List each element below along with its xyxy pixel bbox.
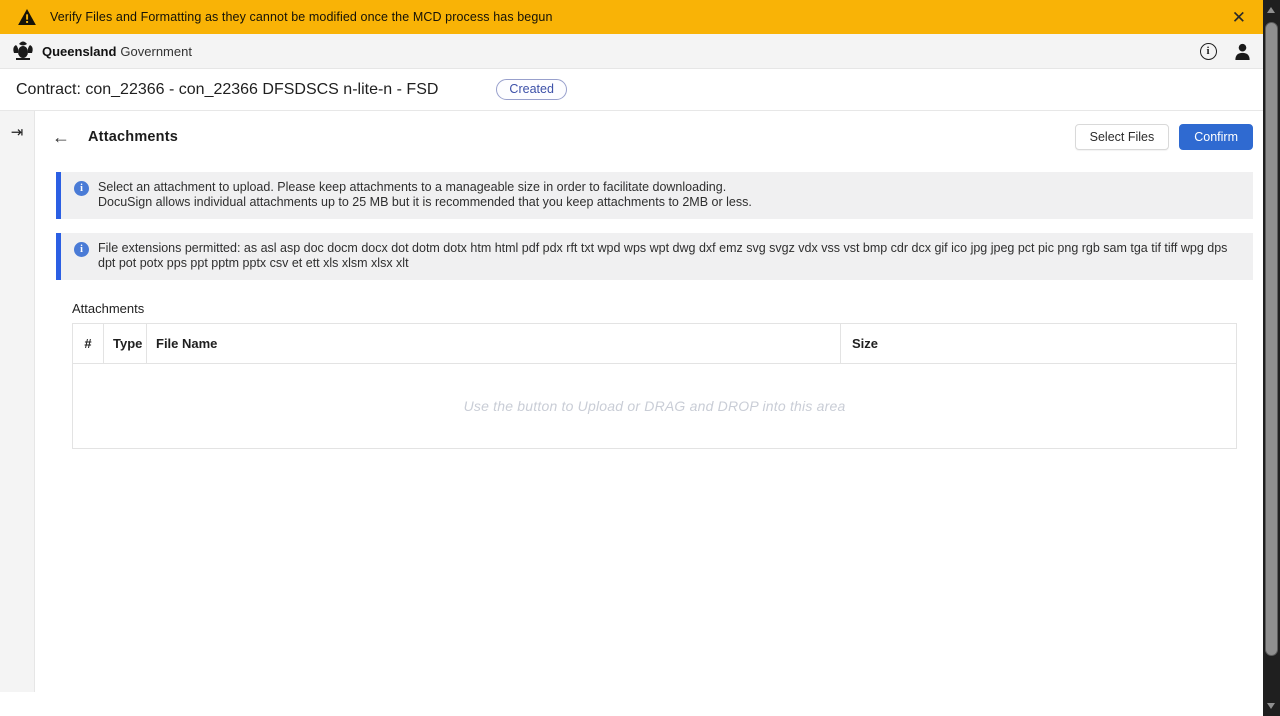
content-area: ← Attachments Select Files Confirm i Sel… — [35, 111, 1280, 692]
attachments-table: # Type File Name Size Use the button to … — [72, 323, 1237, 449]
info-circle-icon: i — [74, 242, 89, 257]
file-extensions-text: File extensions permitted: as asl asp do… — [98, 241, 1239, 271]
warning-icon — [18, 9, 36, 25]
info-circle-icon: i — [74, 181, 89, 196]
scroll-up-arrow-icon[interactable] — [1267, 7, 1275, 13]
logo-text-government: Government — [120, 44, 192, 59]
file-extensions-alert: i File extensions permitted: as asl asp … — [56, 233, 1253, 280]
vertical-scrollbar[interactable] — [1263, 0, 1280, 716]
empty-state-text: Use the button to Upload or DRAG and DRO… — [464, 398, 846, 414]
scrollbar-thumb[interactable] — [1265, 22, 1278, 656]
close-icon[interactable]: ✕ — [1228, 7, 1250, 28]
table-header-row: # Type File Name Size — [73, 324, 1236, 364]
upload-info-alert: i Select an attachment to upload. Please… — [56, 172, 1253, 219]
logo-text-queensland: Queensland — [42, 44, 116, 59]
page-title: Attachments — [88, 129, 178, 145]
attachments-section: Attachments # Type File Name Size Use th… — [72, 301, 1237, 449]
status-badge: Created — [496, 79, 566, 100]
column-header-size: Size — [841, 324, 1236, 363]
main-area: ⇥ ← Attachments Select Files Confirm i S… — [0, 111, 1280, 692]
gov-header: Queensland Government i — [0, 34, 1280, 69]
scroll-down-arrow-icon[interactable] — [1267, 703, 1275, 709]
banner-message: Verify Files and Formatting as they cann… — [50, 10, 553, 24]
select-files-button[interactable]: Select Files — [1075, 124, 1170, 150]
warning-banner: Verify Files and Formatting as they cann… — [0, 0, 1280, 34]
queensland-coat-of-arms-logo — [10, 39, 36, 63]
contract-bar: Contract: con_22366 - con_22366 DFSDSCS … — [0, 69, 1280, 111]
back-arrow-icon[interactable]: ← — [52, 127, 80, 148]
upload-info-line2: DocuSign allows individual attachments u… — [98, 195, 1239, 210]
upload-info-line1: Select an attachment to upload. Please k… — [98, 180, 1239, 195]
column-header-type: Type — [104, 324, 147, 363]
contract-title: Contract: con_22366 - con_22366 DFSDSCS … — [16, 81, 438, 99]
sidebar-expand-icon[interactable]: ⇥ — [11, 123, 24, 141]
column-header-number: # — [73, 324, 104, 363]
drag-drop-area[interactable]: Use the button to Upload or DRAG and DRO… — [73, 364, 1236, 448]
user-icon[interactable] — [1232, 41, 1252, 61]
attachments-label: Attachments — [72, 301, 1237, 316]
info-icon[interactable]: i — [1198, 41, 1218, 61]
collapsed-sidebar: ⇥ — [0, 111, 35, 692]
app-window: Verify Files and Formatting as they cann… — [0, 0, 1280, 692]
page-toolbar: ← Attachments Select Files Confirm — [35, 111, 1253, 159]
confirm-button[interactable]: Confirm — [1179, 124, 1253, 150]
column-header-file-name: File Name — [147, 324, 841, 363]
